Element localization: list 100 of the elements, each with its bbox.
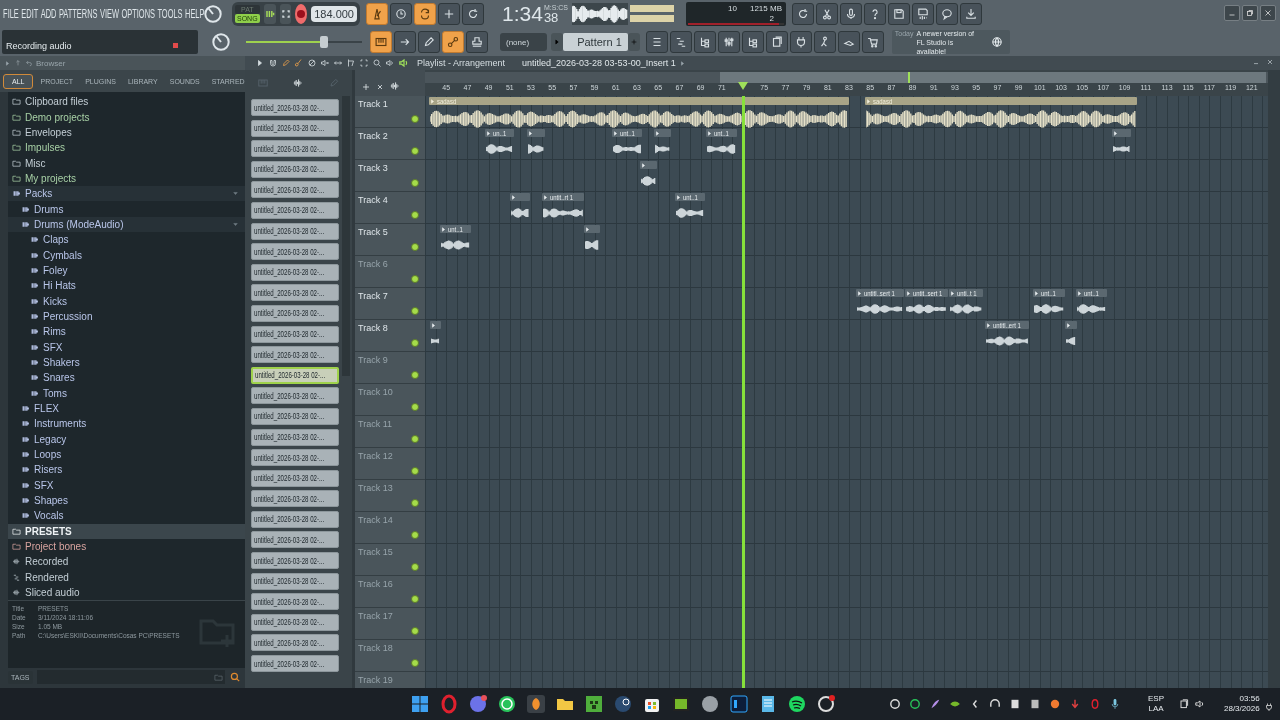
track-label: Track 10 [358, 387, 393, 397]
track-label: Track 18 [358, 643, 393, 653]
menu-item[interactable]: PATTERNS [58, 7, 98, 21]
clip-list-item[interactable]: untitled_2026-03-28 02-... [251, 613, 339, 631]
clip-list-item[interactable]: untitled_2026-03-28 02-... [251, 140, 339, 158]
menu-item[interactable]: ADD [40, 7, 57, 21]
tree-item[interactable]: Snares [43, 372, 75, 384]
track-label: Track 7 [358, 291, 388, 301]
track-label: Track 6 [358, 259, 388, 269]
time-centiseconds: 38 [543, 11, 559, 25]
clip-list-item[interactable]: untitled_2026-03-28 02-... [251, 593, 339, 611]
clip-list-item[interactable]: untitled_2026-03-28 02-... [251, 346, 339, 364]
language-indicator[interactable]: ESP LAA [1148, 694, 1164, 714]
clock-date: 28/3/2026 [1224, 704, 1260, 714]
tree-item[interactable]: SFX [43, 341, 63, 353]
menu-item[interactable]: EDIT [21, 7, 39, 21]
hint-text: Recording audio [6, 41, 72, 51]
tree-item[interactable]: Drums [34, 203, 64, 215]
tree-item[interactable]: Impulses [25, 142, 65, 154]
tree-item[interactable]: Cymbals [43, 249, 82, 261]
tree-item[interactable]: PRESETS [25, 525, 72, 537]
clip-list-item[interactable]: untitled_2026-03-28 02-... [251, 449, 339, 467]
menu-item[interactable]: FILE [3, 7, 19, 21]
cpu-reading: 10 [728, 4, 737, 13]
clip-list-item[interactable]: untitled_2026-03-28 02-... [251, 325, 339, 343]
clip-list-item[interactable]: untitled_2026-03-28 02-... [251, 490, 339, 508]
clip-list-item[interactable]: untitled_2026-03-28 02-... [251, 222, 339, 240]
tree-item[interactable]: Shapes [34, 495, 68, 507]
pattern-selector[interactable]: Pattern 1 [563, 33, 628, 51]
track-label: Track 4 [358, 195, 388, 205]
tree-item[interactable]: Legacy [34, 433, 67, 445]
clip-list-item[interactable]: untitled_2026-03-28 02-... [251, 119, 339, 137]
tree-item[interactable]: Instruments [34, 418, 87, 430]
tree-item[interactable]: Shakers [43, 357, 80, 368]
tree-item[interactable]: Rims [43, 326, 66, 338]
clip-list-item[interactable]: untitled_2026-03-28 02-... [251, 181, 339, 199]
tree-item[interactable]: Loops [34, 449, 62, 461]
clip-list-item[interactable]: untitled_2026-03-28 02-... [251, 428, 339, 446]
tree-item[interactable]: Claps [43, 234, 69, 246]
tree-item[interactable]: Vocals [34, 510, 64, 522]
track-label: Track 19 [358, 675, 393, 685]
polyphony-reading: 2 [769, 14, 774, 23]
time-display: 1:34 [502, 3, 543, 25]
tree-item[interactable]: Envelopes [25, 126, 72, 138]
tree-item[interactable]: Hi Hats [43, 280, 76, 292]
clip-list-item[interactable]: untitled_2026-03-28 02-... [251, 655, 339, 673]
clip-list-item[interactable]: untitled_2026-03-28 02-... [251, 531, 339, 549]
clip-list-item[interactable]: untitled_2026-03-28 02-... [251, 284, 339, 302]
tree-item[interactable]: Sliced audio [25, 587, 80, 599]
track-label: Track 8 [358, 323, 388, 333]
track-label: Track 3 [358, 163, 388, 173]
clip-list-item[interactable]: untitled_2026-03-28 02-... [251, 99, 339, 116]
track-label: Track 15 [358, 547, 393, 557]
tree-item[interactable]: Project bones [25, 541, 87, 553]
tree-item[interactable]: Misc [25, 157, 46, 169]
menu-item[interactable]: OPTIONS [121, 7, 155, 21]
clip-list-item[interactable]: untitled_2026-03-28 02-... [251, 160, 339, 178]
tree-item[interactable]: Clipboard files [25, 96, 89, 108]
tempo-field[interactable]: 184.000 [311, 6, 357, 22]
tree-item[interactable]: SFX [34, 479, 54, 491]
clip-list-item[interactable]: untitled_2026-03-28 02-... [251, 304, 339, 322]
clip-list-item[interactable]: untitled_2026-03-28 02-... [251, 263, 339, 281]
tree-item[interactable]: Toms [43, 387, 67, 399]
tree-item[interactable]: Demo projects [25, 111, 90, 123]
track-label: Track 14 [358, 515, 393, 525]
clip-list-item[interactable]: untitled_2026-03-28 02-... [251, 634, 339, 652]
menu-item[interactable]: HELP [185, 7, 205, 21]
clip-list-item[interactable]: untitled_2026-03-28 02-... [251, 552, 339, 570]
language-label: ESP [1148, 694, 1164, 704]
tree-item[interactable]: Recorded [25, 556, 69, 568]
clip-list-item[interactable]: untitled_2026-03-28 02-... [251, 469, 339, 487]
keyboard-layout-label: LAA [1148, 704, 1164, 714]
clip-list-item[interactable]: untitled_2026-03-28 02-... [251, 510, 339, 528]
clip-list-item[interactable]: untitled_2026-03-28 02-... [251, 407, 339, 425]
track-label: Track 9 [358, 355, 388, 365]
clip-list-item[interactable]: untitled_2026-03-28 02-... [251, 572, 339, 590]
tree-item[interactable]: FLEX [34, 403, 59, 415]
track-label: Track 11 [358, 419, 392, 429]
track-label: Track 17 [358, 611, 393, 621]
track-label: Track 16 [358, 579, 393, 589]
track-label: Track 13 [358, 483, 393, 493]
tree-item[interactable]: Rendered [25, 571, 69, 583]
clip-list-item[interactable]: untitled_2026-03-28 02-... [251, 387, 339, 405]
track-label: Track 5 [358, 227, 388, 237]
clock-time: 03:56 [1239, 694, 1260, 704]
tree-item[interactable]: Foley [43, 264, 68, 276]
track-label: Track 1 [358, 99, 388, 109]
clip-list-item[interactable]: untitled_2026-03-28 02-... [251, 201, 339, 219]
track-label: Track 2 [358, 131, 388, 141]
tree-item[interactable]: My projects [25, 172, 77, 184]
tree-item[interactable]: Kicks [43, 295, 67, 307]
clip-list-item[interactable]: untitled_2026-03-28 02-... [251, 243, 339, 261]
channel-dropdown[interactable]: (none) [500, 33, 548, 51]
tree-item[interactable]: Percussion [43, 311, 93, 322]
menu-item[interactable]: TOOLS [157, 7, 183, 21]
tree-item[interactable]: Packs [25, 188, 53, 200]
tree-item[interactable]: Risers [34, 464, 63, 476]
menu-item[interactable]: VIEW [100, 7, 119, 21]
memory-reading: 1215 MB [749, 4, 782, 13]
clip-list-item[interactable]: untitled_2026-03-28 02-... [251, 366, 339, 384]
